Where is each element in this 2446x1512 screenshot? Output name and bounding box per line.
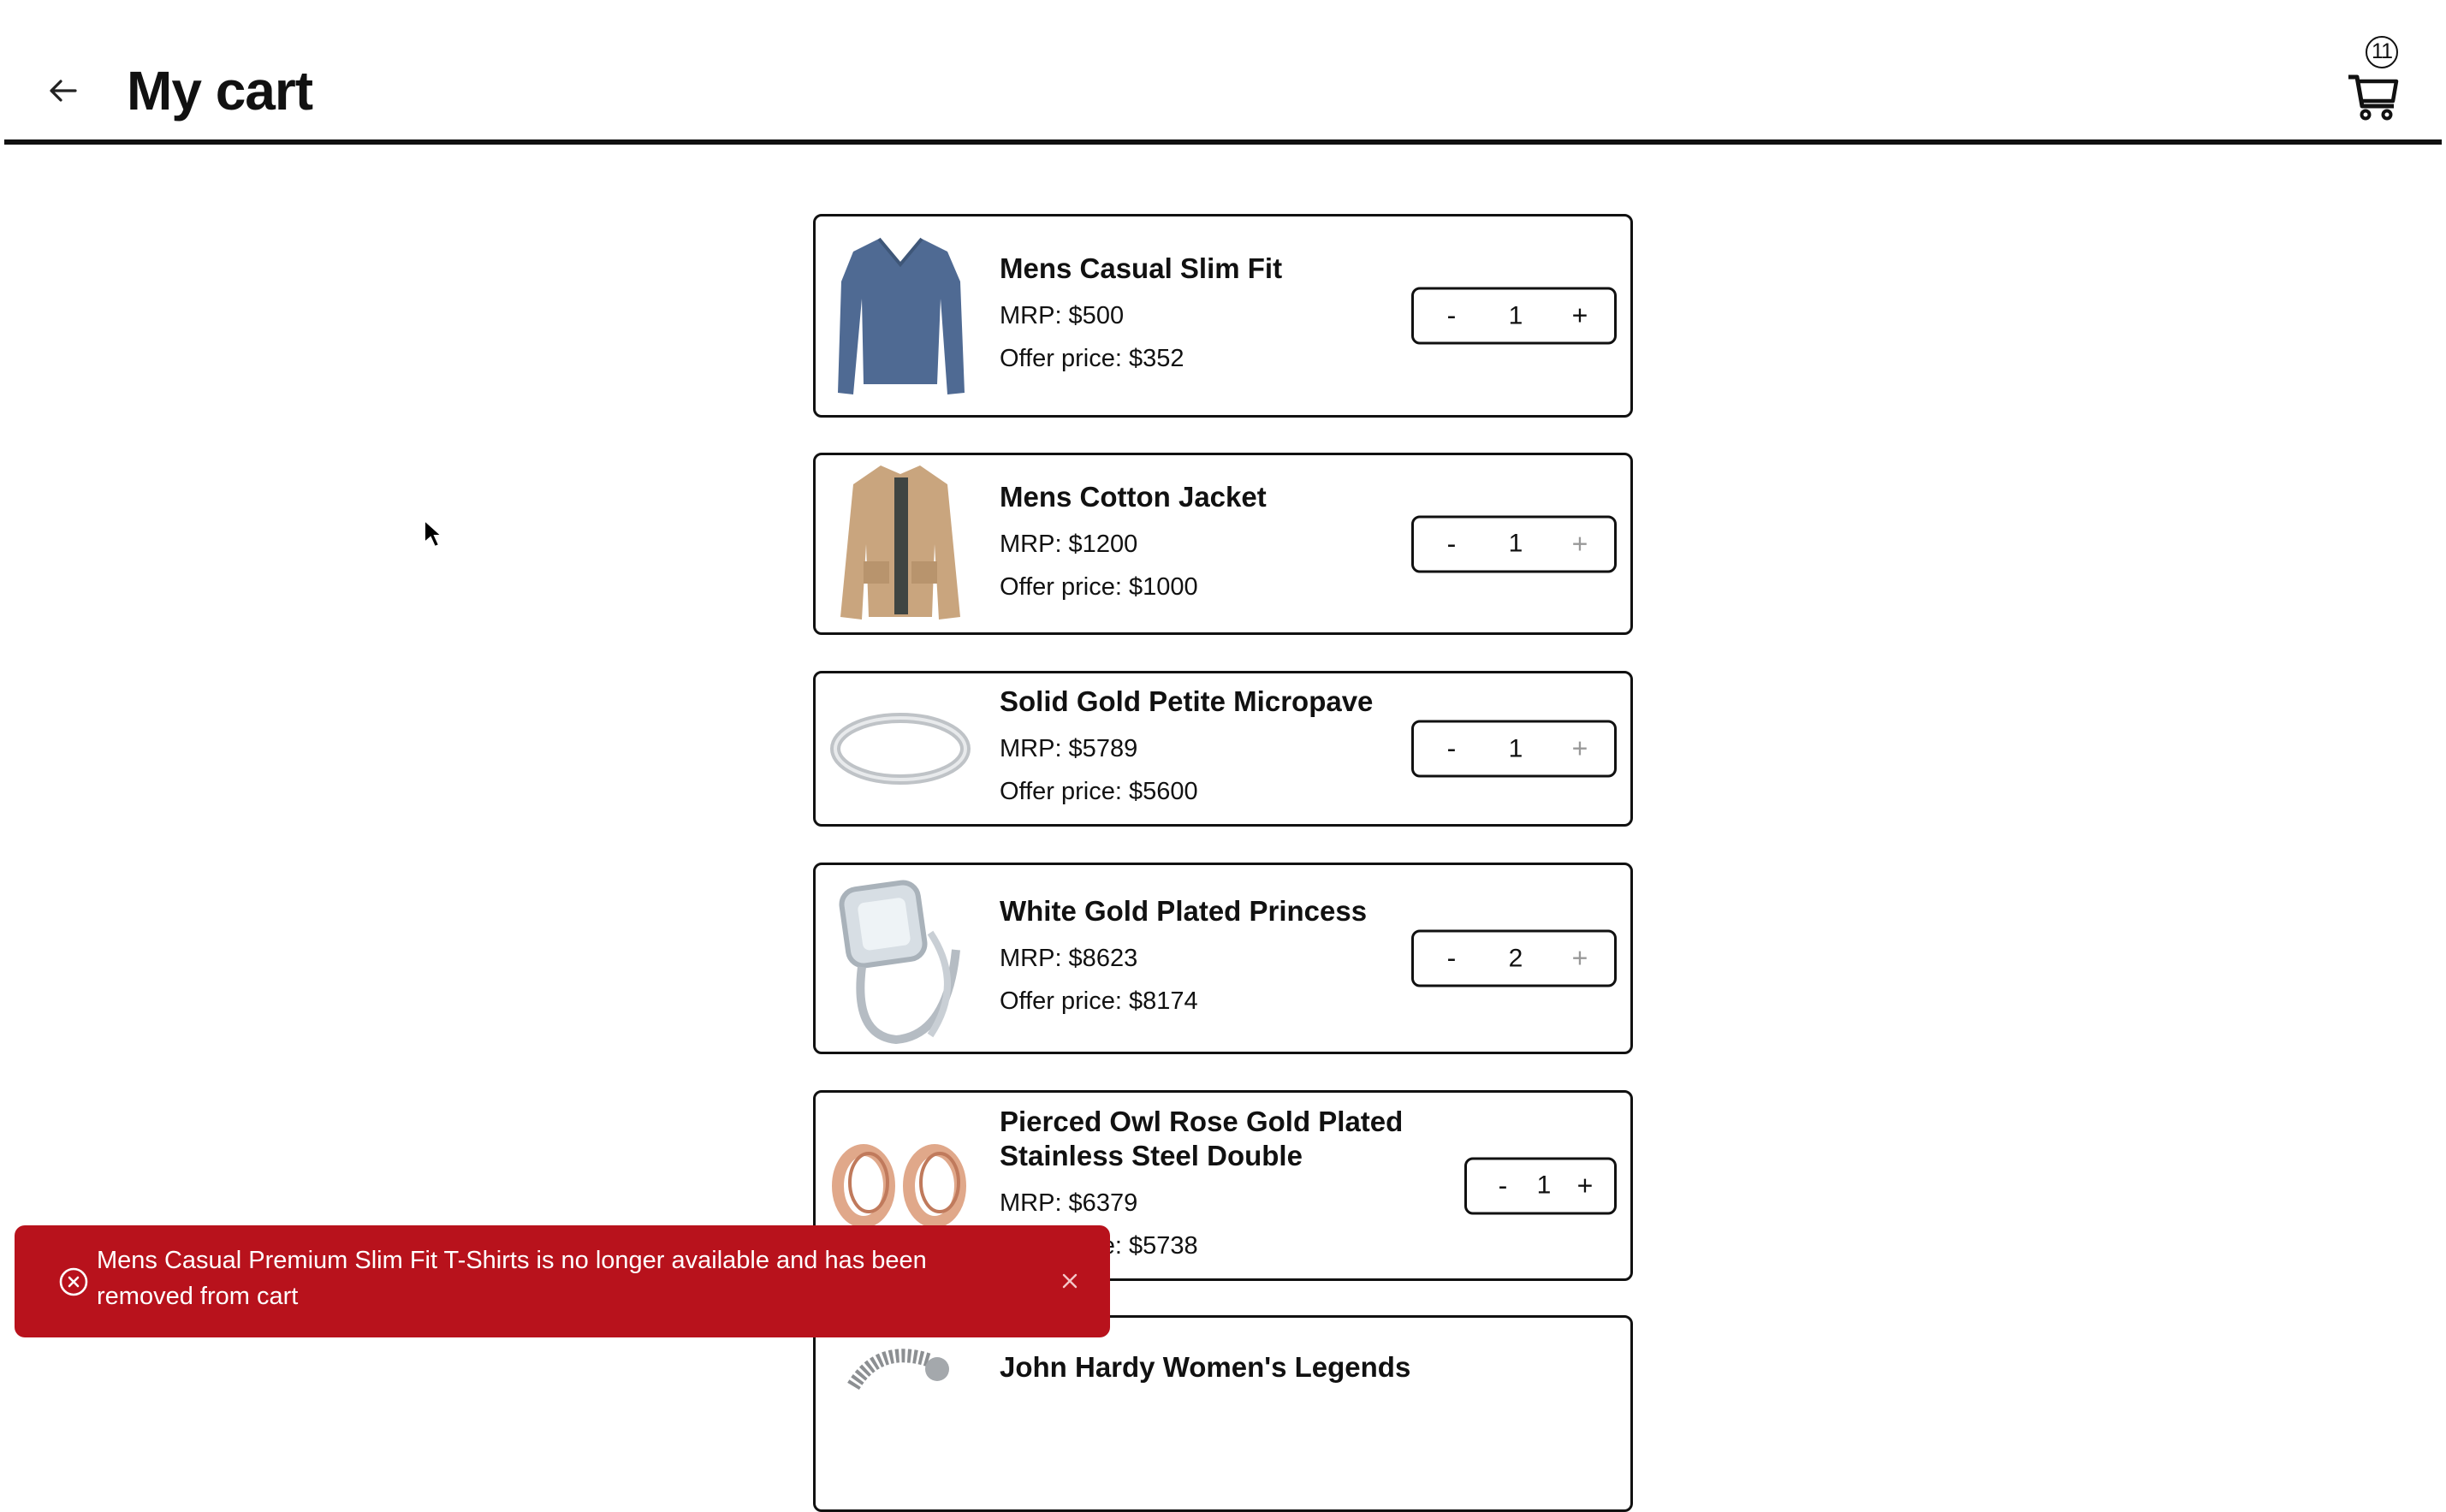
quantity-value: 1 <box>1508 734 1523 762</box>
jacket-image-icon <box>840 465 960 620</box>
decrease-quantity-button[interactable]: - <box>1493 1170 1513 1201</box>
product-name: John Hardy Women's Legends <box>1000 1351 1411 1383</box>
quantity-value: 1 <box>1508 301 1523 329</box>
product-offer-price: Offer price: $1000 <box>1000 572 1198 601</box>
quantity-stepper: - 2 + <box>1411 929 1617 987</box>
product-info: John Hardy Women's Legends <box>1000 1350 1445 1393</box>
cart-count-badge: 11 <box>2366 36 2398 68</box>
quantity-value: 1 <box>1536 1171 1552 1200</box>
product-offer-price: Offer price: $8174 <box>1000 987 1198 1015</box>
increase-quantity-button[interactable]: + <box>1570 300 1590 332</box>
product-image <box>828 663 973 834</box>
cart-item: Solid Gold Petite Micropave MRP: $5789 O… <box>813 671 1633 827</box>
product-name: Solid Gold Petite Micropave <box>1000 685 1374 717</box>
product-mrp: MRP: $8623 <box>1000 945 1138 972</box>
quantity-stepper: - 1 + <box>1411 720 1617 778</box>
product-name: Mens Casual Slim Fit <box>1000 252 1283 284</box>
product-offer-price: Offer price: $352 <box>1000 345 1184 372</box>
increase-quantity-button[interactable]: + <box>1570 733 1590 765</box>
toast-message: Mens Casual Premium Slim Fit T-Shirts is… <box>97 1247 927 1310</box>
tshirt-image-icon <box>838 237 965 394</box>
cart-item: White Gold Plated Princess MRP: $8623 Of… <box>813 863 1633 1054</box>
close-icon <box>1062 1273 1078 1289</box>
diamond-ring-image-icon <box>839 880 960 1045</box>
page-title: My cart <box>127 60 313 122</box>
product-image <box>828 230 973 401</box>
cart-item: Mens Casual Slim Fit MRP: $500 Offer pri… <box>813 214 1633 418</box>
decrease-quantity-button[interactable]: - <box>1441 300 1462 332</box>
cart-button[interactable]: 11 <box>2343 33 2412 127</box>
cart-item: John Hardy Women's Legends <box>813 1315 1633 1512</box>
cart-item: Mens Cotton Jacket MRP: $1200 Offer pric… <box>813 453 1633 635</box>
x-circle-icon <box>59 1267 88 1296</box>
decrease-quantity-button[interactable]: - <box>1441 733 1462 765</box>
quantity-value: 2 <box>1508 944 1523 972</box>
app-header: My cart 11 <box>0 0 2446 145</box>
product-name: Mens Cotton Jacket <box>1000 480 1267 513</box>
product-image <box>828 873 973 1045</box>
product-image <box>828 1335 973 1506</box>
shopping-cart-icon <box>2348 74 2399 121</box>
product-info: Mens Cotton Jacket MRP: $1200 Offer pric… <box>1000 480 1445 608</box>
decrease-quantity-button[interactable]: - <box>1441 528 1462 560</box>
quantity-stepper: - 1 + <box>1411 515 1617 572</box>
increase-quantity-button[interactable]: + <box>1575 1170 1595 1201</box>
header-divider <box>4 139 2442 145</box>
product-mrp: MRP: $500 <box>1000 302 1125 329</box>
product-image <box>828 459 973 630</box>
product-info: Solid Gold Petite Micropave MRP: $5789 O… <box>1000 685 1445 813</box>
quantity-stepper: - 1 + <box>1411 287 1617 345</box>
product-name: White Gold Plated Princess <box>1000 895 1368 927</box>
increase-quantity-button[interactable]: + <box>1570 943 1590 975</box>
arrow-left-icon <box>50 80 77 102</box>
product-mrp: MRP: $5789 <box>1000 735 1138 762</box>
quantity-value: 1 <box>1508 529 1523 558</box>
quantity-stepper: - 1 + <box>1464 1157 1617 1214</box>
product-mrp: MRP: $1200 <box>1000 530 1138 558</box>
product-offer-price: Offer price: $5600 <box>1000 778 1198 805</box>
product-info: Mens Casual Slim Fit MRP: $500 Offer pri… <box>1000 252 1445 380</box>
increase-quantity-button[interactable]: + <box>1570 528 1590 560</box>
product-info: White Gold Plated Princess MRP: $8623 Of… <box>1000 894 1445 1023</box>
product-name: Pierced Owl Rose Gold Plated Stainless S… <box>1000 1105 1404 1171</box>
back-button[interactable] <box>45 72 82 110</box>
error-toast: Mens Casual Premium Slim Fit T-Shirts is… <box>15 1225 1110 1337</box>
product-mrp: MRP: $6379 <box>1000 1189 1138 1217</box>
decrease-quantity-button[interactable]: - <box>1441 943 1462 975</box>
toast-close-button[interactable] <box>1057 1268 1083 1294</box>
ring-image-icon <box>830 713 971 785</box>
mouse-cursor-icon <box>424 519 443 548</box>
bracelet-image-icon <box>847 1349 949 1390</box>
